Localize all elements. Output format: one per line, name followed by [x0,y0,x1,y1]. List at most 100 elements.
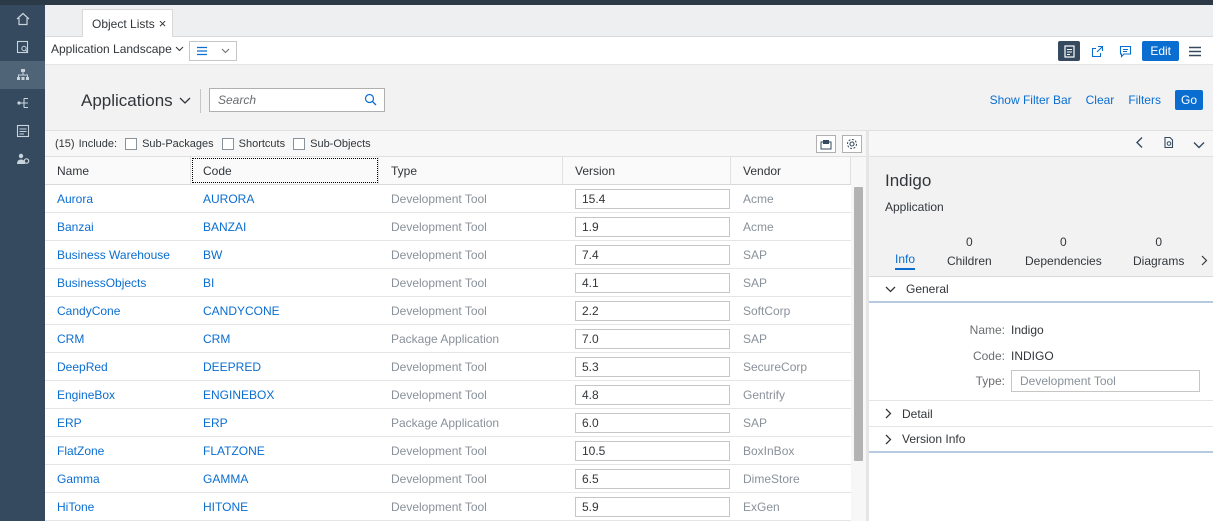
form-icon[interactable] [0,117,45,145]
show-filter-bar-button[interactable]: Show Filter Bar [990,93,1072,107]
table-row[interactable]: Aurora AURORA Development Tool 15.4 Acme [45,185,851,213]
search-field[interactable] [209,88,385,112]
app-vendor: SAP [743,275,768,290]
column-header-type[interactable]: Type [379,157,563,184]
section-version-info[interactable]: Version Info [869,427,1213,453]
table-row[interactable]: CRM CRM Package Application 7.0 SAP [45,325,851,353]
tab-dependencies[interactable]: 0 Dependencies [1025,229,1102,268]
section-detail-label: Detail [902,406,933,421]
section-detail[interactable]: Detail [869,401,1213,427]
table-row[interactable]: EngineBox ENGINEBOX Development Tool 4.8 Gen… [45,381,851,409]
version-input[interactable]: 5.3 [575,356,730,377]
go-button[interactable]: Go [1174,90,1203,110]
app-name-link[interactable]: Banzai [57,220,94,234]
object-list-icon[interactable] [0,33,45,61]
table-row[interactable]: FlatZone FLATZONE Development Tool 10.5 BoxI… [45,437,851,465]
tab-children[interactable]: 0 Children [947,229,992,268]
chevron-down-icon[interactable] [1193,136,1205,152]
detail-toolbar [869,131,1213,157]
open-object-icon[interactable] [1162,136,1175,152]
dependency-tree-icon[interactable] [0,89,45,117]
app-code-link[interactable]: DEEPRED [203,360,261,374]
section-general[interactable]: General [869,277,1213,303]
table-scrollbar[interactable] [851,157,866,521]
app-code-link[interactable]: CRM [203,332,230,346]
sub-packages-checkbox[interactable] [125,137,138,150]
app-name-link[interactable]: Gamma [57,472,100,486]
search-icon[interactable] [364,93,377,109]
app-name-link[interactable]: EngineBox [57,388,115,402]
app-code-link[interactable]: ENGINEBOX [203,388,274,402]
app-code-link[interactable]: AURORA [203,192,254,206]
chevron-right-icon[interactable] [1201,255,1208,269]
scrollbar-thumb[interactable] [854,187,863,461]
column-header-code[interactable]: Code [191,157,379,184]
landscape-dropdown[interactable]: Application Landscape [51,42,184,56]
app-code-link[interactable]: CANDYCONE [203,304,280,318]
column-header-version[interactable]: Version [563,157,731,184]
app-name-link[interactable]: CandyCone [57,304,120,318]
app-name-link[interactable]: Business Warehouse [57,248,170,262]
variant-title[interactable]: Applications [81,91,191,111]
shortcuts-checkbox[interactable] [221,137,234,150]
document-icon[interactable] [1058,41,1081,61]
table-row[interactable]: Banzai BANZAI Development Tool 1.9 Acme [45,213,851,241]
version-input[interactable]: 7.4 [575,244,730,265]
view-selector[interactable] [189,41,237,61]
filters-button[interactable]: Filters [1128,93,1161,107]
share-icon[interactable] [1086,41,1108,61]
app-code-link[interactable]: FLATZONE [203,444,265,458]
export-icon[interactable] [816,135,836,153]
settings-people-icon[interactable] [0,145,45,173]
chevron-left-icon[interactable] [1135,136,1144,152]
version-input[interactable]: 4.8 [575,384,730,405]
app-name-link[interactable]: DeepRed [57,360,108,374]
table-row[interactable]: Business Warehouse BW Development Tool 7.4 S… [45,241,851,269]
search-input[interactable] [218,93,358,107]
app-code-link[interactable]: BANZAI [203,220,246,234]
version-input[interactable]: 6.5 [575,468,730,489]
clear-button[interactable]: Clear [1086,93,1115,107]
app-code-link[interactable]: BW [203,248,222,262]
app-code-link[interactable]: BI [203,276,214,290]
version-input[interactable]: 2.2 [575,300,730,321]
hierarchy-icon[interactable] [0,61,45,89]
table-row[interactable]: ERP ERP Package Application 6.0 SAP [45,409,851,437]
detail-tabs: Info 0 Children 0 Dependencies 0 Diagram… [869,229,1213,277]
gear-icon[interactable] [842,135,862,153]
tab-object-lists[interactable]: Object Lists × [82,9,174,37]
table-row[interactable]: DeepRed DEEPRED Development Tool 5.3 SecureC… [45,353,851,381]
table-row[interactable]: Gamma GAMMA Development Tool 6.5 DimeStore [45,465,851,493]
table-row[interactable]: HiTone HITONE Development Tool 5.9 ExGen [45,493,851,521]
app-name-link[interactable]: HiTone [57,500,94,514]
tab-diagrams[interactable]: 0 Diagrams [1133,229,1184,268]
tab-info[interactable]: Info [895,252,916,270]
home-icon[interactable] [0,5,45,33]
table-row[interactable]: CandyCone CANDYCONE Development Tool 2.2 Sof… [45,297,851,325]
version-input[interactable]: 15.4 [575,188,730,209]
version-input[interactable]: 7.0 [575,328,730,349]
version-input[interactable]: 5.9 [575,496,730,517]
version-input[interactable]: 10.5 [575,440,730,461]
sub-objects-checkbox[interactable] [293,137,306,150]
app-name-link[interactable]: BusinessObjects [57,276,146,290]
app-name-link[interactable]: FlatZone [57,444,104,458]
comment-icon[interactable] [1114,41,1136,61]
app-code-link[interactable]: ERP [203,416,228,430]
app-name-link[interactable]: Aurora [57,192,93,206]
app-name-link[interactable]: ERP [57,416,82,430]
app-code-link[interactable]: HITONE [203,500,248,514]
table-row[interactable]: BusinessObjects BI Development Tool 4.1 SAP [45,269,851,297]
menu-icon[interactable] [1185,41,1205,61]
type-input[interactable]: Development Tool [1011,370,1200,392]
close-icon[interactable]: × [159,16,167,31]
column-header-vendor[interactable]: Vendor [731,157,851,184]
version-input[interactable]: 4.1 [575,272,730,293]
column-header-name[interactable]: Name [45,157,191,184]
version-input[interactable]: 6.0 [575,412,730,433]
chevron-down-icon [175,46,184,52]
version-input[interactable]: 1.9 [575,216,730,237]
app-name-link[interactable]: CRM [57,332,84,346]
app-code-link[interactable]: GAMMA [203,472,248,486]
edit-button[interactable]: Edit [1142,41,1179,61]
